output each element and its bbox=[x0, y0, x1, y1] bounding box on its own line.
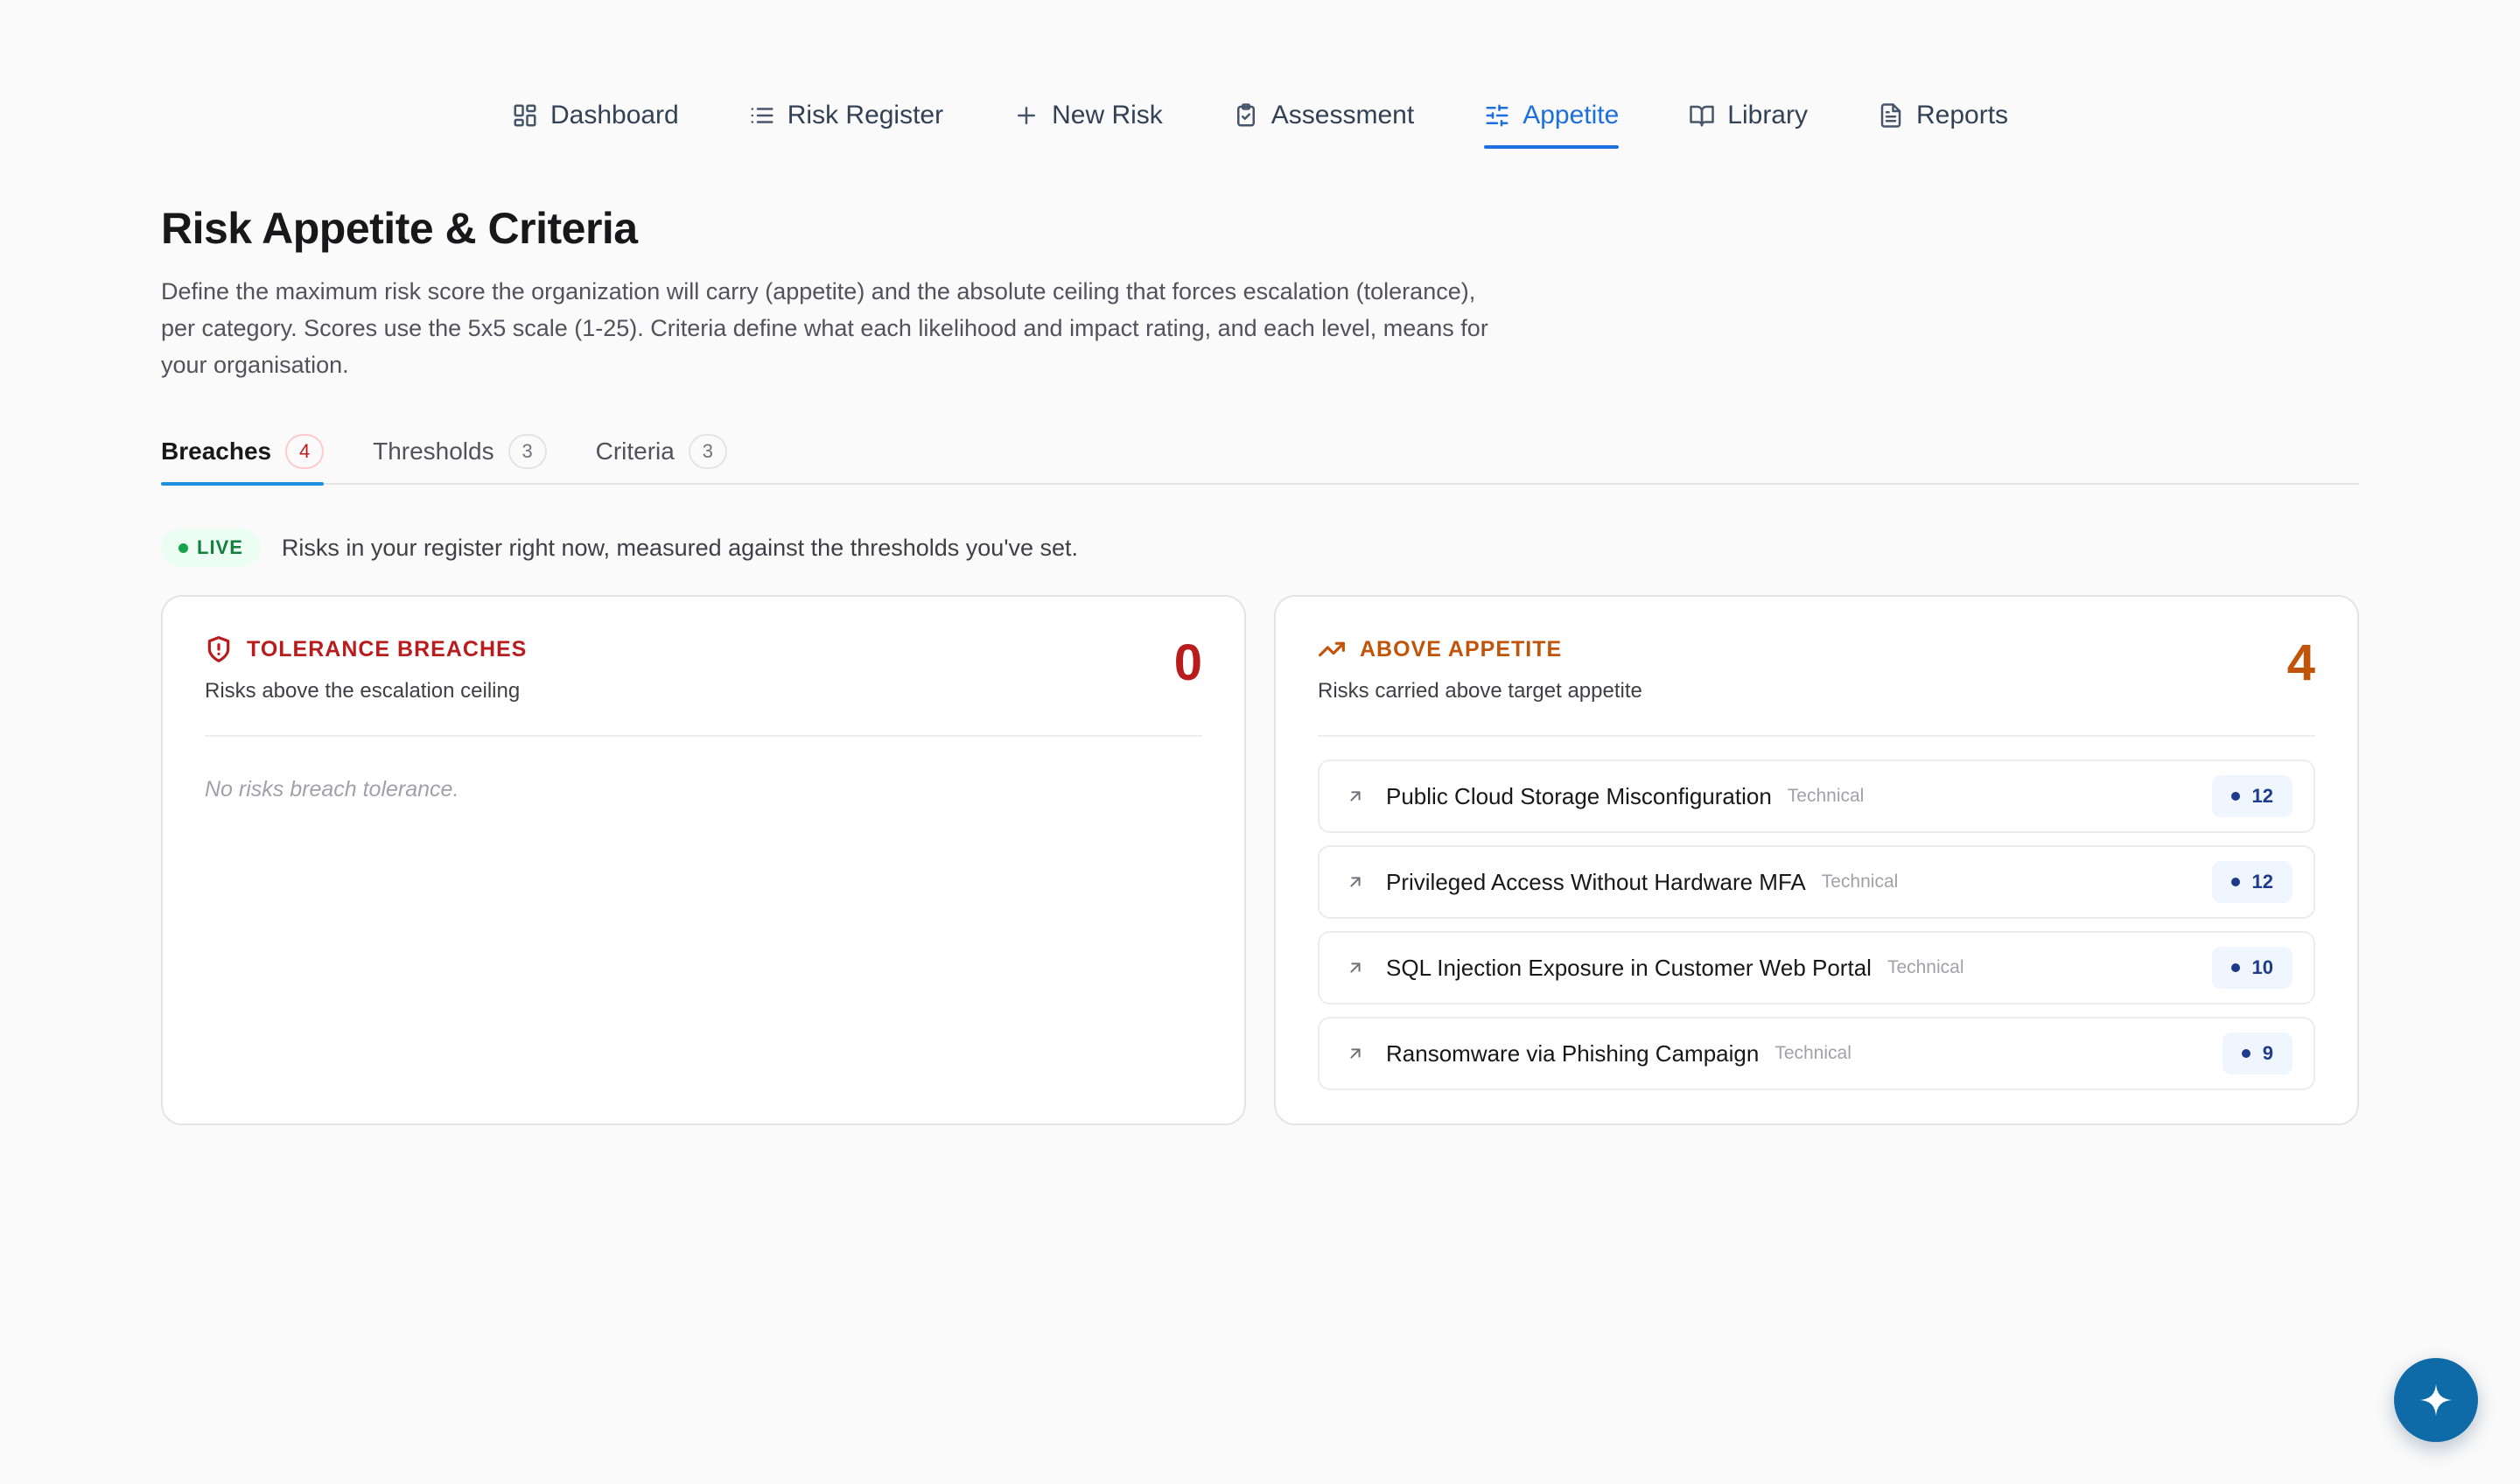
risk-name: SQL Injection Exposure in Customer Web P… bbox=[1386, 954, 1872, 981]
nav-item-risk-register[interactable]: Risk Register bbox=[714, 84, 978, 147]
risk-score-badge: 10 bbox=[2211, 947, 2292, 989]
risk-score: 12 bbox=[2251, 785, 2273, 807]
risk-category: Technical bbox=[1774, 1043, 1852, 1063]
book-open-icon bbox=[1690, 105, 1715, 127]
card-header: TOLERANCE BREACHES Risks above the escal… bbox=[205, 632, 1202, 737]
nav-item-label: Dashboard bbox=[550, 101, 679, 130]
section-tabs: Breaches 4 Thresholds 3 Criteria 3 bbox=[161, 420, 2359, 486]
card-label: TOLERANCE BREACHES bbox=[205, 635, 1202, 663]
list-icon bbox=[751, 108, 774, 123]
nav-item-new-risk[interactable]: New Risk bbox=[978, 84, 1198, 147]
risk-list-item[interactable]: Privileged Access Without Hardware MFA T… bbox=[1318, 845, 2315, 919]
appetite-page: Dashboard Risk Register New Risk Assessm… bbox=[0, 0, 2520, 1484]
tolerance-breaches-card: TOLERANCE BREACHES Risks above the escal… bbox=[161, 595, 1246, 1125]
risk-name: Privileged Access Without Hardware MFA bbox=[1386, 868, 1806, 895]
plus-icon bbox=[1018, 107, 1036, 124]
empty-state-message: No risks breach tolerance. bbox=[205, 777, 459, 802]
risk-category: Technical bbox=[1886, 957, 1964, 977]
sliders-icon bbox=[1486, 104, 1508, 127]
live-dot-icon bbox=[178, 542, 188, 553]
card-label-text: TOLERANCE BREACHES bbox=[247, 636, 528, 662]
tab-thresholds[interactable]: Thresholds 3 bbox=[373, 420, 547, 483]
nav-item-appetite[interactable]: Appetite bbox=[1449, 84, 1654, 149]
arrow-up-right-icon bbox=[1350, 1048, 1361, 1059]
card-header: ABOVE APPETITE Risks carried above targe… bbox=[1318, 632, 2315, 737]
card-subtitle: Risks above the escalation ceiling bbox=[205, 679, 521, 703]
card-label: ABOVE APPETITE bbox=[1318, 635, 2315, 663]
score-dot-icon bbox=[2230, 878, 2240, 886]
live-badge-label: LIVE bbox=[197, 536, 243, 558]
arrow-up-right-icon bbox=[1350, 877, 1361, 887]
dashboard-icon bbox=[514, 104, 536, 127]
above-appetite-card: ABOVE APPETITE Risks carried above targe… bbox=[1274, 595, 2359, 1125]
nav-item-label: Library bbox=[1727, 101, 1808, 130]
risk-category: Technical bbox=[1821, 872, 1899, 892]
shield-alert-icon bbox=[207, 636, 230, 662]
tab-breaches[interactable]: Breaches 4 bbox=[161, 420, 325, 486]
file-text-icon bbox=[1880, 103, 1901, 128]
risk-category: Technical bbox=[1787, 786, 1865, 806]
risk-list-item[interactable]: Public Cloud Storage Misconfiguration Te… bbox=[1318, 760, 2315, 833]
arrow-up-right-icon bbox=[1350, 962, 1361, 973]
live-description: Risks in your register right now, measur… bbox=[281, 534, 1079, 561]
tab-label: Breaches bbox=[161, 438, 272, 465]
appetite-count: 4 bbox=[2286, 634, 2315, 691]
nav-item-label: Assessment bbox=[1270, 101, 1415, 130]
nav-item-library[interactable]: Library bbox=[1654, 84, 1843, 147]
nav-item-label: Risk Register bbox=[787, 101, 944, 130]
live-status-row: LIVE Risks in your register right now, m… bbox=[161, 528, 1078, 567]
risk-name: Public Cloud Storage Misconfiguration bbox=[1386, 782, 1772, 809]
card-label-text: ABOVE APPETITE bbox=[1360, 636, 1563, 662]
nav-item-assessment[interactable]: Assessment bbox=[1198, 84, 1449, 147]
arrow-up-right-icon bbox=[1350, 791, 1361, 802]
assistant-fab-button[interactable] bbox=[2394, 1358, 2478, 1442]
risk-name: Ransomware via Phishing Campaign bbox=[1386, 1040, 1760, 1067]
tab-count-badge: 3 bbox=[688, 434, 727, 469]
top-nav: Dashboard Risk Register New Risk Assessm… bbox=[0, 84, 2520, 149]
clipboard-check-icon bbox=[1236, 103, 1255, 127]
score-dot-icon bbox=[2230, 963, 2240, 972]
page-title: Risk Appetite & Criteria bbox=[161, 204, 638, 253]
tab-label: Criteria bbox=[595, 438, 675, 465]
nav-item-label: New Risk bbox=[1052, 101, 1163, 130]
page-description: Define the maximum risk score the organi… bbox=[161, 278, 1488, 378]
sparkle-plus-icon bbox=[2419, 1383, 2453, 1417]
nav-item-reports[interactable]: Reports bbox=[1843, 84, 2043, 147]
live-badge: LIVE bbox=[161, 528, 261, 567]
risk-score: 10 bbox=[2251, 956, 2273, 978]
risk-score-badge: 12 bbox=[2211, 775, 2292, 817]
risk-list-item[interactable]: SQL Injection Exposure in Customer Web P… bbox=[1318, 931, 2315, 1004]
tab-count-badge: 4 bbox=[285, 434, 325, 469]
risk-score: 12 bbox=[2251, 871, 2273, 892]
nav-item-dashboard[interactable]: Dashboard bbox=[477, 84, 714, 147]
tab-count-badge: 3 bbox=[508, 434, 547, 469]
score-dot-icon bbox=[2230, 792, 2240, 801]
tolerance-count: 0 bbox=[1173, 634, 1202, 691]
card-subtitle: Risks carried above target appetite bbox=[1318, 679, 1642, 703]
score-dot-icon bbox=[2241, 1049, 2250, 1058]
trending-up-icon bbox=[1319, 641, 1345, 657]
nav-item-label: Reports bbox=[1915, 101, 2009, 130]
risk-score-badge: 12 bbox=[2211, 861, 2292, 903]
tab-criteria[interactable]: Criteria 3 bbox=[596, 420, 727, 483]
tab-label: Thresholds bbox=[373, 438, 494, 465]
nav-item-label: Appetite bbox=[1522, 101, 1620, 130]
risk-score-badge: 9 bbox=[2222, 1032, 2292, 1074]
risk-list-item[interactable]: Ransomware via Phishing Campaign Technic… bbox=[1318, 1017, 2315, 1090]
risk-list: Public Cloud Storage Misconfiguration Te… bbox=[1318, 760, 2315, 1090]
risk-score: 9 bbox=[2262, 1042, 2273, 1064]
